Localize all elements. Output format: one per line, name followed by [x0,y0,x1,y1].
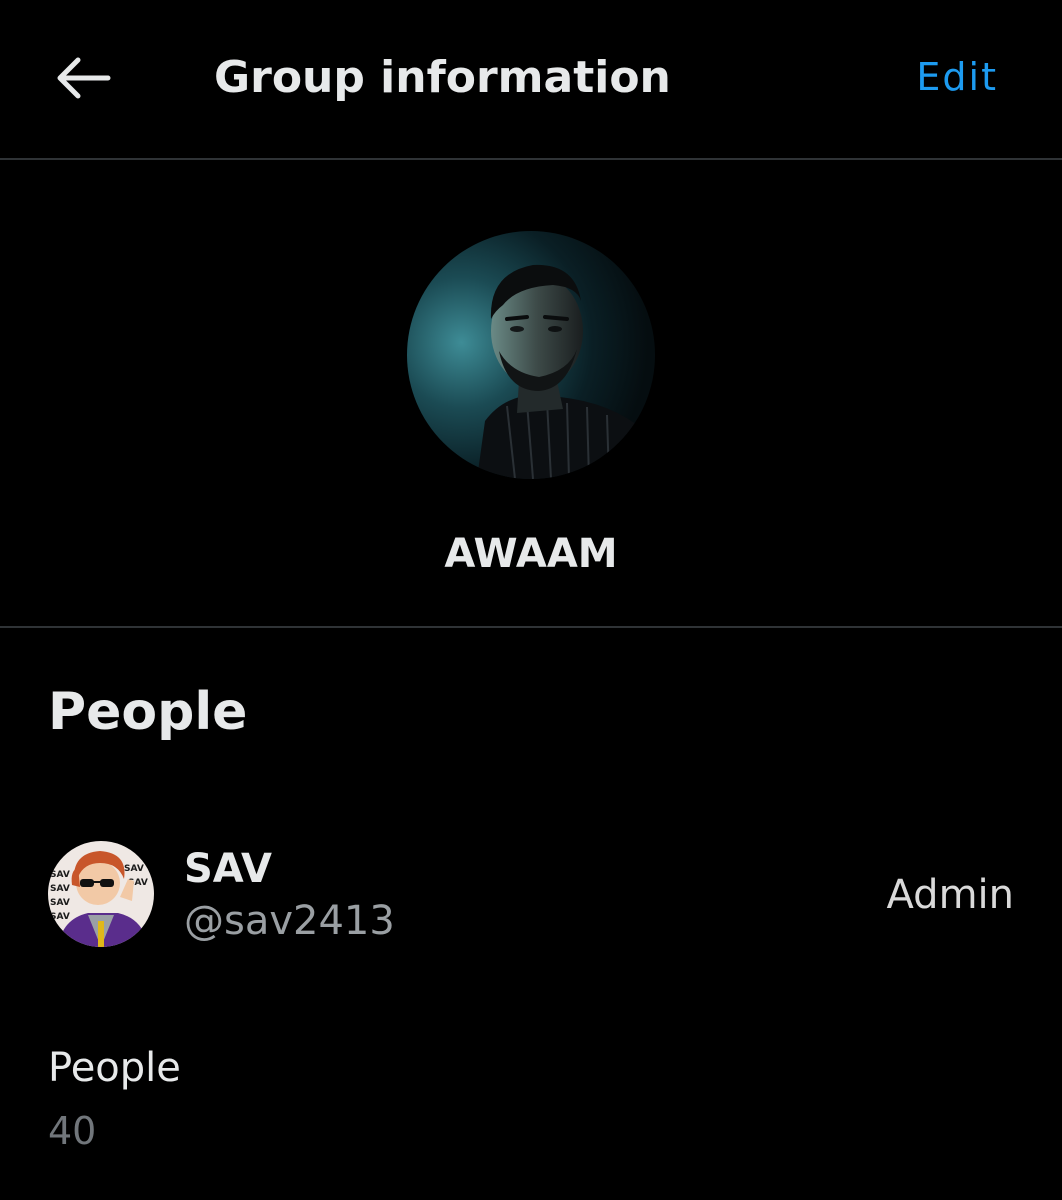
member-avatar-image: SAV SAV SAV SAV SAV SAV [48,841,154,947]
svg-text:SAV: SAV [50,870,70,880]
top-app-bar: Group information Edit [0,0,1062,160]
svg-text:SAV: SAV [50,912,70,922]
member-name: SAV [184,846,273,892]
back-button[interactable] [52,50,116,106]
page-title: Group information [214,52,671,103]
people-count-value[interactable]: 40 [48,1106,96,1156]
group-avatar[interactable] [407,231,655,479]
avatar: SAV SAV SAV SAV SAV SAV [48,841,154,947]
group-avatar-image [407,231,655,479]
svg-text:SAV: SAV [50,898,70,908]
member-role-badge: Admin [886,872,1014,918]
group-profile: AWAAM [0,160,1062,628]
svg-text:SAV: SAV [50,884,70,894]
member-row[interactable]: SAV SAV SAV SAV SAV SAV SAV @sav2413 Adm… [0,830,1062,960]
member-handle: @sav2413 [184,898,395,944]
svg-text:SAV: SAV [124,864,144,874]
arrow-left-icon [57,57,111,99]
edit-button[interactable]: Edit [916,52,998,102]
people-section-heading: People [48,682,248,742]
group-name: AWAAM [444,531,618,577]
people-count-label: People [48,1045,181,1091]
